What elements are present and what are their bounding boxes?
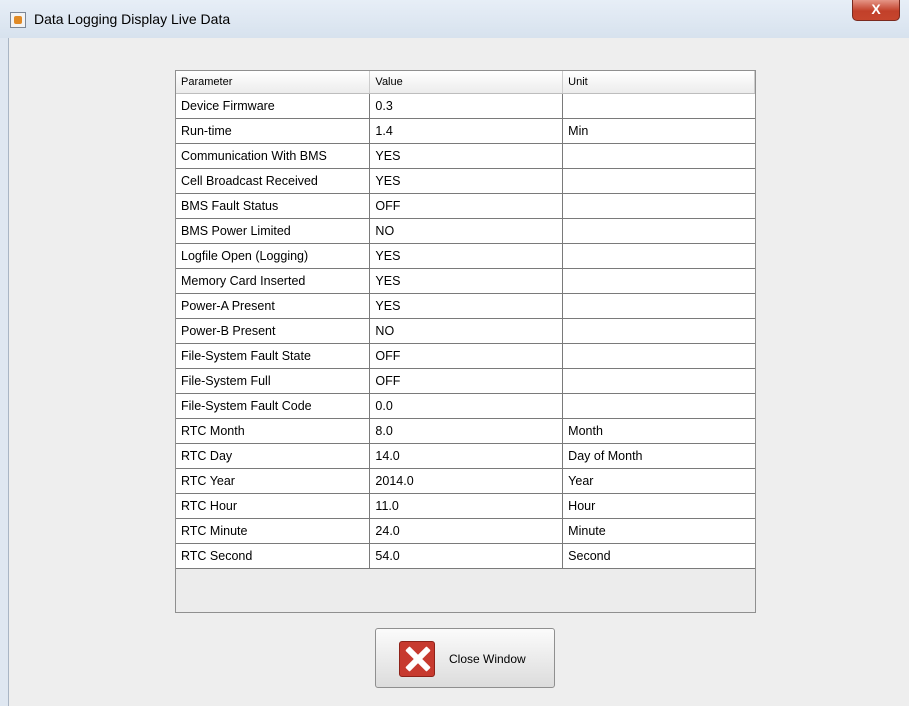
unit-cell[interactable]: Month <box>562 418 755 444</box>
table-row[interactable]: RTC Day 14.0 Day of Month <box>176 443 755 469</box>
table-row[interactable]: RTC Minute 24.0 Minute <box>176 518 755 544</box>
table-row[interactable]: File-System Fault Code 0.0 <box>176 393 755 419</box>
value-cell[interactable]: OFF <box>369 343 564 369</box>
table-row[interactable]: Run-time 1.4 Min <box>176 118 755 144</box>
value-cell[interactable]: 1.4 <box>369 118 564 144</box>
parameter-cell[interactable]: Memory Card Inserted <box>176 268 371 294</box>
window-close-button[interactable]: X <box>852 0 900 21</box>
value-cell[interactable]: YES <box>369 143 564 169</box>
table-row[interactable]: Cell Broadcast Received YES <box>176 168 755 194</box>
parameter-cell[interactable]: RTC Second <box>176 543 371 569</box>
table-row[interactable]: RTC Month 8.0 Month <box>176 418 755 444</box>
unit-cell[interactable]: Minute <box>562 518 755 544</box>
value-cell[interactable]: 8.0 <box>369 418 564 444</box>
value-cell[interactable]: 24.0 <box>369 518 564 544</box>
unit-cell[interactable]: Hour <box>562 493 755 519</box>
parameter-cell[interactable]: RTC Year <box>176 468 371 494</box>
table-row[interactable]: File-System Fault State OFF <box>176 343 755 369</box>
close-window-label: Close Window <box>449 652 526 666</box>
value-cell[interactable]: YES <box>369 168 564 194</box>
close-window-button[interactable]: Close Window <box>375 628 555 688</box>
app-window: Data Logging Display Live Data X Paramet… <box>0 0 909 706</box>
table-row[interactable]: Power-A Present YES <box>176 293 755 319</box>
column-header-parameter[interactable]: Parameter <box>176 71 371 94</box>
value-cell[interactable]: 14.0 <box>369 443 564 469</box>
table-row[interactable]: RTC Year 2014.0 Year <box>176 468 755 494</box>
value-cell[interactable]: YES <box>369 268 564 294</box>
parameter-cell[interactable]: Device Firmware <box>176 93 371 119</box>
value-cell[interactable]: 0.0 <box>369 393 564 419</box>
value-cell[interactable]: 0.3 <box>369 93 564 119</box>
value-cell[interactable]: 54.0 <box>369 543 564 569</box>
unit-cell[interactable] <box>562 93 755 119</box>
unit-cell[interactable] <box>562 193 755 219</box>
table-header-row: Parameter Value Unit <box>176 71 755 94</box>
table-row[interactable]: RTC Hour 11.0 Hour <box>176 493 755 519</box>
unit-cell[interactable] <box>562 368 755 394</box>
unit-cell[interactable] <box>562 218 755 244</box>
parameter-cell[interactable]: Run-time <box>176 118 371 144</box>
table-row[interactable]: Memory Card Inserted YES <box>176 268 755 294</box>
table-row[interactable]: Communication With BMS YES <box>176 143 755 169</box>
unit-cell[interactable]: Year <box>562 468 755 494</box>
parameter-cell[interactable]: RTC Month <box>176 418 371 444</box>
table-row[interactable]: RTC Second 54.0 Second <box>176 543 755 569</box>
data-table-scrollpane: Parameter Value Unit Device Firmware 0.3 R… <box>175 70 756 613</box>
parameter-cell[interactable]: File-System Fault Code <box>176 393 371 419</box>
data-table: Parameter Value Unit Device Firmware 0.3 R… <box>176 71 755 569</box>
close-x-icon <box>399 641 435 677</box>
unit-cell[interactable]: Min <box>562 118 755 144</box>
value-cell[interactable]: 11.0 <box>369 493 564 519</box>
parameter-cell[interactable]: Power-A Present <box>176 293 371 319</box>
value-cell[interactable]: YES <box>369 293 564 319</box>
table-row[interactable]: BMS Power Limited NO <box>176 218 755 244</box>
unit-cell[interactable] <box>562 318 755 344</box>
unit-cell[interactable] <box>562 143 755 169</box>
value-cell[interactable]: OFF <box>369 368 564 394</box>
unit-cell[interactable] <box>562 393 755 419</box>
parameter-cell[interactable]: File-System Full <box>176 368 371 394</box>
unit-cell[interactable] <box>562 268 755 294</box>
column-header-value[interactable]: Value <box>369 71 564 94</box>
parameter-cell[interactable]: RTC Minute <box>176 518 371 544</box>
unit-cell[interactable]: Second <box>562 543 755 569</box>
parameter-cell[interactable]: RTC Hour <box>176 493 371 519</box>
table-body: Device Firmware 0.3 Run-time 1.4 Min Communic… <box>176 93 755 569</box>
parameter-cell[interactable]: Power-B Present <box>176 318 371 344</box>
value-cell[interactable]: OFF <box>369 193 564 219</box>
java-cup-icon <box>10 12 26 28</box>
parameter-cell[interactable]: BMS Power Limited <box>176 218 371 244</box>
unit-cell[interactable] <box>562 243 755 269</box>
parameter-cell[interactable]: Logfile Open (Logging) <box>176 243 371 269</box>
window-title: Data Logging Display Live Data <box>34 11 231 27</box>
unit-cell[interactable] <box>562 343 755 369</box>
table-row[interactable]: Logfile Open (Logging) YES <box>176 243 755 269</box>
value-cell[interactable]: YES <box>369 243 564 269</box>
parameter-cell[interactable]: Communication With BMS <box>176 143 371 169</box>
column-header-unit[interactable]: Unit <box>562 71 755 94</box>
title-bar: Data Logging Display Live Data X <box>0 0 909 38</box>
value-cell[interactable]: NO <box>369 318 564 344</box>
parameter-cell[interactable]: File-System Fault State <box>176 343 371 369</box>
table-row[interactable]: File-System Full OFF <box>176 368 755 394</box>
unit-cell[interactable] <box>562 168 755 194</box>
parameter-cell[interactable]: RTC Day <box>176 443 371 469</box>
value-cell[interactable]: 2014.0 <box>369 468 564 494</box>
table-row[interactable]: Power-B Present NO <box>176 318 755 344</box>
parameter-cell[interactable]: BMS Fault Status <box>176 193 371 219</box>
table-row[interactable]: BMS Fault Status OFF <box>176 193 755 219</box>
table-row[interactable]: Device Firmware 0.3 <box>176 93 755 119</box>
parameter-cell[interactable]: Cell Broadcast Received <box>176 168 371 194</box>
unit-cell[interactable]: Day of Month <box>562 443 755 469</box>
unit-cell[interactable] <box>562 293 755 319</box>
window-content: Parameter Value Unit Device Firmware 0.3 R… <box>8 38 909 706</box>
value-cell[interactable]: NO <box>369 218 564 244</box>
